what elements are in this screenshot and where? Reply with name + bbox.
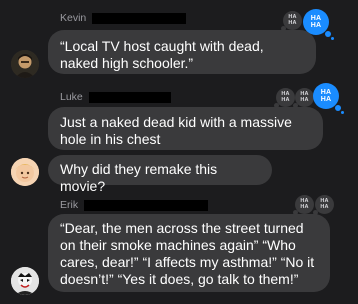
redacted-surname (92, 12, 187, 24)
redacted-surname (84, 199, 209, 211)
message-bubble[interactable]: “Local TV host caught with dead, naked h… (48, 30, 316, 74)
haha-reaction-icon[interactable]: HA HA (313, 83, 344, 114)
message-bubble[interactable]: “Dear, the men across the street turned … (48, 214, 330, 292)
redacted-surname (88, 91, 171, 103)
haha-reaction-icon[interactable]: HA HA (313, 195, 334, 215)
haha-reaction-icon[interactable]: HA HA (281, 11, 302, 31)
avatar[interactable] (11, 267, 39, 295)
message-bubble[interactable]: Just a naked dead kid with a massive hol… (48, 107, 323, 150)
sender-name: Kevin (60, 12, 187, 24)
sender-name: Luke (60, 91, 171, 103)
sender-name: Erik (60, 199, 209, 211)
avatar[interactable] (11, 50, 39, 78)
haha-reaction-icon[interactable]: HA HA (293, 88, 314, 108)
message-bubble[interactable]: Why did they remake this movie? (48, 155, 272, 194)
avatar[interactable] (11, 158, 39, 186)
haha-reaction-icon[interactable]: HA HA (293, 195, 314, 215)
